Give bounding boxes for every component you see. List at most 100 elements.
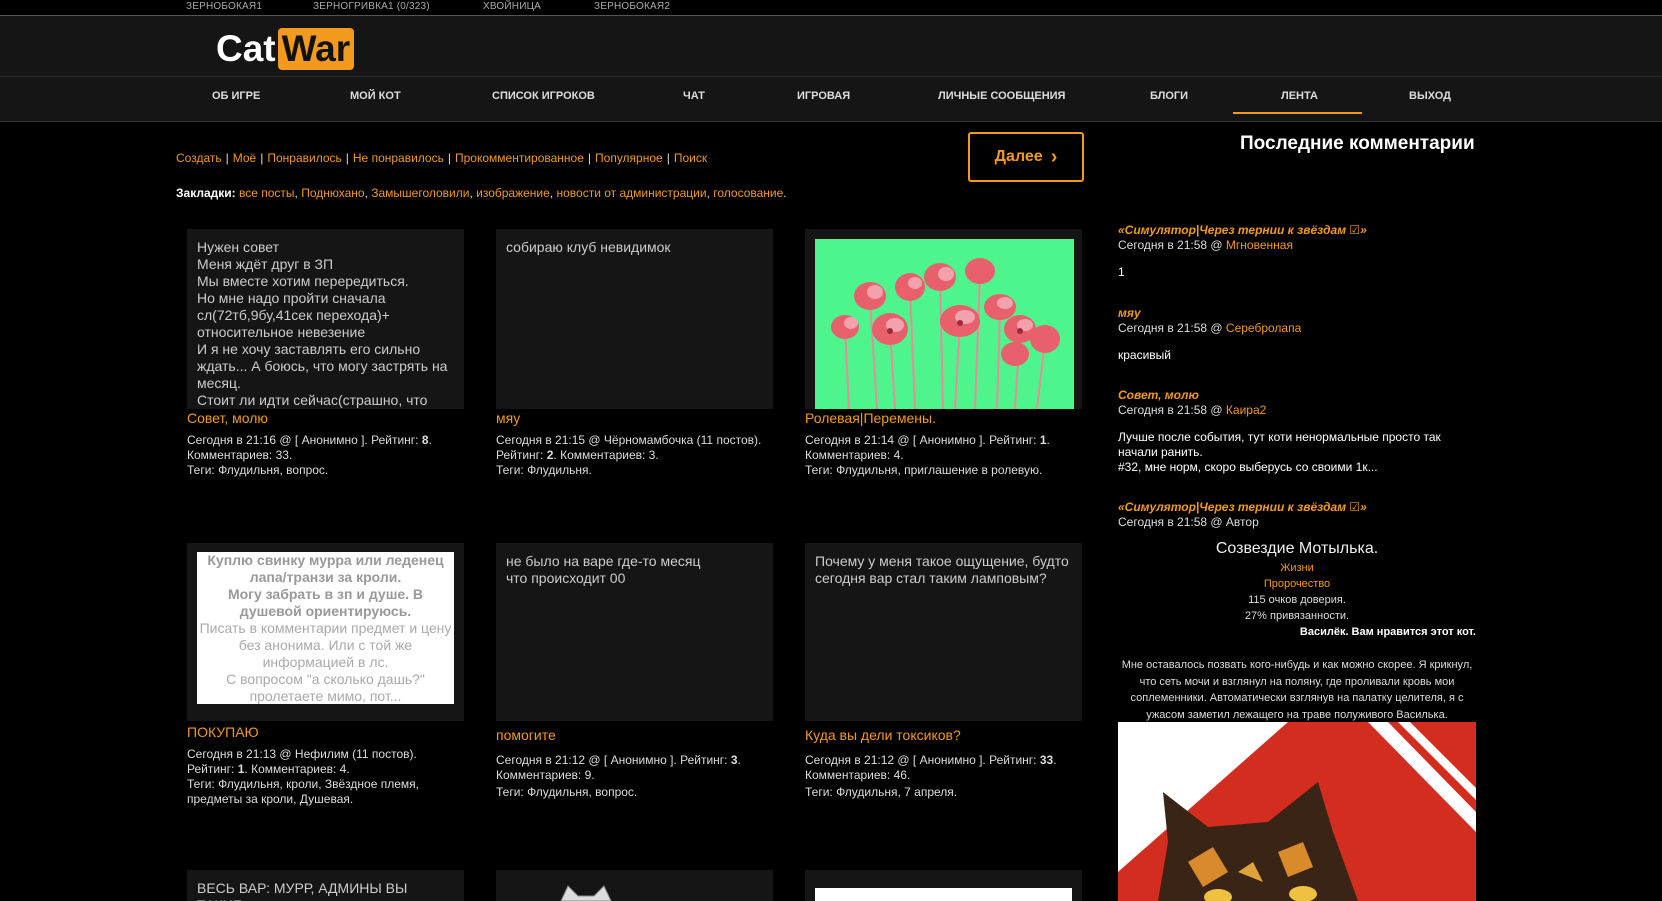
link-search[interactable]: Поиск: [674, 151, 707, 165]
post-tags: Теги: Флудильня, вопрос.: [187, 463, 329, 477]
account-link[interactable]: ЗЕРНОБОКАЯ1: [186, 1, 262, 12]
nav-logout[interactable]: ВЫХОД: [1409, 90, 1451, 102]
post-card[interactable]: ВЕСЬ ВАР: МУРР, АДМИНЫ ВЫ ТАКИЕ: [187, 870, 464, 901]
link-mine[interactable]: Моё: [233, 151, 256, 165]
post-meta: Сегодня в 21:14 @ [ Анонимно ]. Рейтинг:…: [805, 433, 1050, 477]
bookmarks-label: Закладки:: [176, 186, 236, 200]
nav-about[interactable]: ОБ ИГРЕ: [212, 90, 260, 102]
post-meta: Сегодня в 21:12 @ [ Анонимно ]. Рейтинг:…: [496, 753, 741, 799]
comment-story-text: Мне оставалось позвать кого-нибудь и как…: [1121, 659, 1473, 721]
profile-link-prophecy[interactable]: Пророчество: [1264, 578, 1330, 590]
post-preview: не было на варе где-то месяц что происхо…: [506, 553, 701, 586]
feed-filter-links: Создать | Моё | Понравилось | Не понравилось | П…: [176, 151, 707, 165]
chevron-right-icon: ›: [1050, 145, 1058, 168]
post-meta-line: Сегодня в 21:13 @ Нефилим (11 постов).: [187, 747, 417, 761]
cat-illustration: [1118, 722, 1476, 901]
post-title[interactable]: Совет, молю: [187, 410, 268, 426]
bookmark-link[interactable]: Поднюхано: [301, 186, 364, 200]
nav-feed[interactable]: ЛЕНТА: [1281, 90, 1318, 102]
nav-my-cat[interactable]: МОЙ КОТ: [350, 90, 401, 102]
nav-game[interactable]: ИГРОВАЯ: [797, 90, 850, 102]
nav-blogs[interactable]: БЛОГИ: [1150, 90, 1188, 102]
comment-item: «Симулятор|Через тернии к звёздам ☑» Сег…: [1118, 223, 1478, 280]
logo-text-war: War: [277, 28, 355, 70]
post-preview-line: Писать в комментарии предмет и цену без …: [199, 620, 452, 670]
nav-messages[interactable]: ЛИЧНЫЕ СООБЩЕНИЯ: [938, 90, 1065, 102]
profile-name: Созвездие Мотылька.: [1215, 540, 1379, 557]
post-comments-count: Комментариев: 33.: [187, 448, 293, 462]
comment-post-title[interactable]: «Симулятор|Через тернии к звёздам ☑»: [1118, 223, 1478, 238]
post-meta-line: Сегодня в 21:12 @ [ Анонимно ]. Рейтинг:: [805, 753, 1040, 767]
bookmark-link[interactable]: изображение: [476, 186, 550, 200]
post-meta-line: Рейтинг:: [187, 762, 238, 776]
post-card[interactable]: Почему у меня такое ощущение, будто сего…: [805, 543, 1082, 721]
link-popular[interactable]: Популярное: [595, 151, 663, 165]
comment-meta: Сегодня в 21:58 @: [1118, 238, 1226, 252]
post-meta: Сегодня в 21:12 @ [ Анонимно ]. Рейтинг:…: [805, 753, 1057, 799]
post-preview: Нужен совет Меня ждёт друг в ЗП Мы вмест…: [197, 239, 448, 408]
bookmark-link[interactable]: все посты: [239, 186, 295, 200]
separator: |: [225, 151, 229, 165]
account-link[interactable]: ЗЕРНОГРИВКА1 (0/323): [313, 1, 430, 12]
comment-post-title[interactable]: Совет, молю: [1118, 388, 1478, 403]
post-comments-count: Комментариев: 46.: [805, 768, 911, 782]
post-card[interactable]: не было на варе где-то месяц что происхо…: [496, 543, 773, 721]
post-title[interactable]: помогите: [496, 727, 556, 743]
comment-post-title[interactable]: мяу: [1118, 306, 1478, 321]
post-card[interactable]: [805, 229, 1082, 409]
profile-link-lives[interactable]: Жизни: [1280, 562, 1314, 574]
account-link[interactable]: ХВОЙНИЦА: [483, 1, 541, 12]
post-title[interactable]: Куда вы дели токсиков?: [805, 727, 961, 743]
post-meta: Сегодня в 21:16 @ [ Анонимно ]. Рейтинг:…: [187, 433, 432, 477]
link-liked[interactable]: Понравилось: [267, 151, 341, 165]
cat-drawing: [1118, 722, 1476, 901]
comment-author[interactable]: Каира2: [1226, 403, 1266, 417]
post-tags: Теги: Флудильня.: [496, 463, 592, 477]
post-title[interactable]: мяу: [496, 410, 520, 426]
profile-trust: 115 очков доверия.: [1248, 594, 1346, 606]
post-tags: Теги: Флудильня, 7 апреля.: [805, 785, 958, 799]
post-tags: Теги: Флудильня, вопрос.: [496, 785, 638, 799]
bookmark-link[interactable]: голосование: [713, 186, 783, 200]
next-page-button[interactable]: Далее ›: [968, 132, 1084, 182]
comment-text: 1: [1118, 265, 1125, 279]
comment-text: красивый: [1118, 348, 1172, 362]
account-link[interactable]: ЗЕРНОБОКАЯ2: [594, 1, 670, 12]
link-disliked[interactable]: Не понравилось: [353, 151, 444, 165]
profile-attachment: 27% привязанности.: [1244, 610, 1350, 622]
comment-author[interactable]: Серебролапа: [1226, 321, 1301, 335]
post-preview: Почему у меня такое ощущение, будто сего…: [815, 553, 1069, 586]
post-tags: Теги: Флудильня, кроли, Звёздное племя, …: [187, 777, 419, 806]
nav-players[interactable]: СПИСОК ИГРОКОВ: [492, 90, 595, 102]
post-card[interactable]: [496, 870, 773, 901]
post-meta-line: Сегодня в 21:15 @ Чёрномамбочка (11 пост…: [496, 433, 762, 447]
nav-chat[interactable]: ЧАТ: [683, 90, 705, 102]
post-card[interactable]: [805, 870, 1082, 901]
post-preview: ВЕСЬ ВАР: МУРР, АДМИНЫ ВЫ ТАКИЕ: [197, 880, 408, 901]
post-rating: 33: [1039, 753, 1054, 767]
post-preview-image: [815, 888, 1072, 901]
post-rating: 3: [730, 753, 738, 767]
bookmark-link[interactable]: новости от администрации: [556, 186, 706, 200]
post-card[interactable]: Куплю свинку мурра или леденец лапа/тран…: [187, 543, 464, 721]
comment-author[interactable]: Мгновенная: [1226, 238, 1293, 252]
separator: |: [447, 151, 451, 165]
post-preview: собираю клуб невидимок: [506, 239, 671, 255]
post-rating: 1: [1039, 433, 1047, 447]
catwar-logo[interactable]: Cat War: [216, 27, 355, 71]
bookmark-link[interactable]: Замышеголовили: [371, 186, 469, 200]
cat-ears-image: [560, 885, 612, 901]
post-rating: 8: [421, 433, 429, 447]
link-create[interactable]: Создать: [176, 151, 222, 165]
post-meta: Сегодня в 21:13 @ Нефилим (11 постов). Р…: [187, 747, 437, 807]
link-commented[interactable]: Прокомментированное: [455, 151, 584, 165]
post-comments-count: Комментариев: 4.: [805, 448, 904, 462]
separator: |: [345, 151, 349, 165]
post-title[interactable]: Ролевая|Перемены.: [805, 410, 936, 426]
post-title[interactable]: ПОКУПАЮ: [187, 724, 259, 740]
post-card[interactable]: собираю клуб невидимок: [496, 229, 773, 409]
comment-post-title[interactable]: «Симулятор|Через тернии к звёздам ☑»: [1118, 500, 1478, 515]
main-nav: ОБ ИГРЕ МОЙ КОТ СПИСОК ИГРОКОВ ЧАТ ИГРОВ…: [0, 76, 1662, 122]
post-meta-line: Сегодня в 21:16 @ [ Анонимно ]. Рейтинг:: [187, 433, 422, 447]
post-card[interactable]: Нужен совет Меня ждёт друг в ЗП Мы вмест…: [187, 229, 464, 409]
